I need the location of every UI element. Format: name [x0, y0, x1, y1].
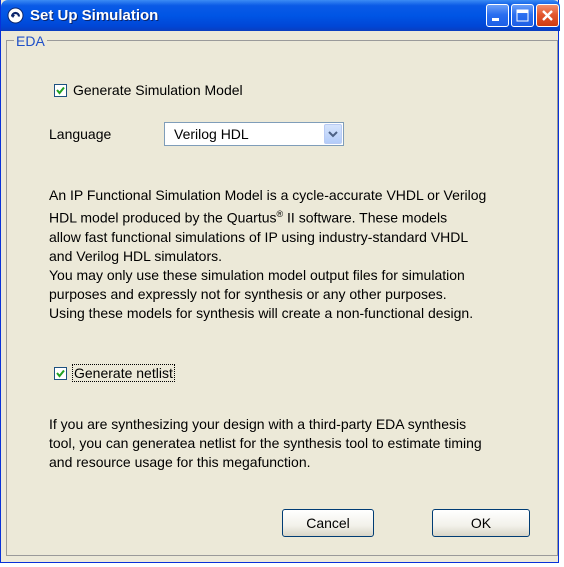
close-icon: [542, 10, 553, 21]
registered-trademark: ®: [276, 209, 284, 219]
checkmark-icon: [56, 369, 65, 378]
language-select[interactable]: Verilog HDL: [164, 122, 344, 146]
title-bar[interactable]: Set Up Simulation: [1, 0, 560, 31]
generate-model-label[interactable]: Generate Simulation Model: [73, 82, 243, 98]
cancel-button[interactable]: Cancel: [282, 509, 374, 537]
checkmark-icon: [56, 86, 65, 95]
minimize-icon: [492, 18, 499, 21]
language-select-value: Verilog HDL: [174, 126, 249, 142]
maximize-icon: [516, 9, 529, 22]
ok-button[interactable]: OK: [432, 509, 530, 537]
netlist-description: If you are synthesizing your design with…: [49, 416, 482, 470]
language-dropdown-button[interactable]: [324, 124, 342, 144]
app-icon: [7, 7, 24, 24]
generate-netlist-label[interactable]: Generate netlist: [72, 364, 175, 382]
chevron-down-icon: [328, 131, 338, 138]
minimize-button[interactable]: [486, 4, 509, 27]
simulation-model-description: An IP Functional Simulation Model is a c…: [49, 187, 487, 321]
language-label: Language: [49, 126, 112, 142]
generate-model-checkbox[interactable]: [54, 84, 67, 97]
maximize-button[interactable]: [511, 4, 534, 27]
eda-group-label: EDA: [14, 33, 47, 49]
generate-netlist-checkbox[interactable]: [54, 367, 67, 380]
window-title: Set Up Simulation: [30, 7, 159, 24]
close-button[interactable]: [536, 4, 559, 27]
